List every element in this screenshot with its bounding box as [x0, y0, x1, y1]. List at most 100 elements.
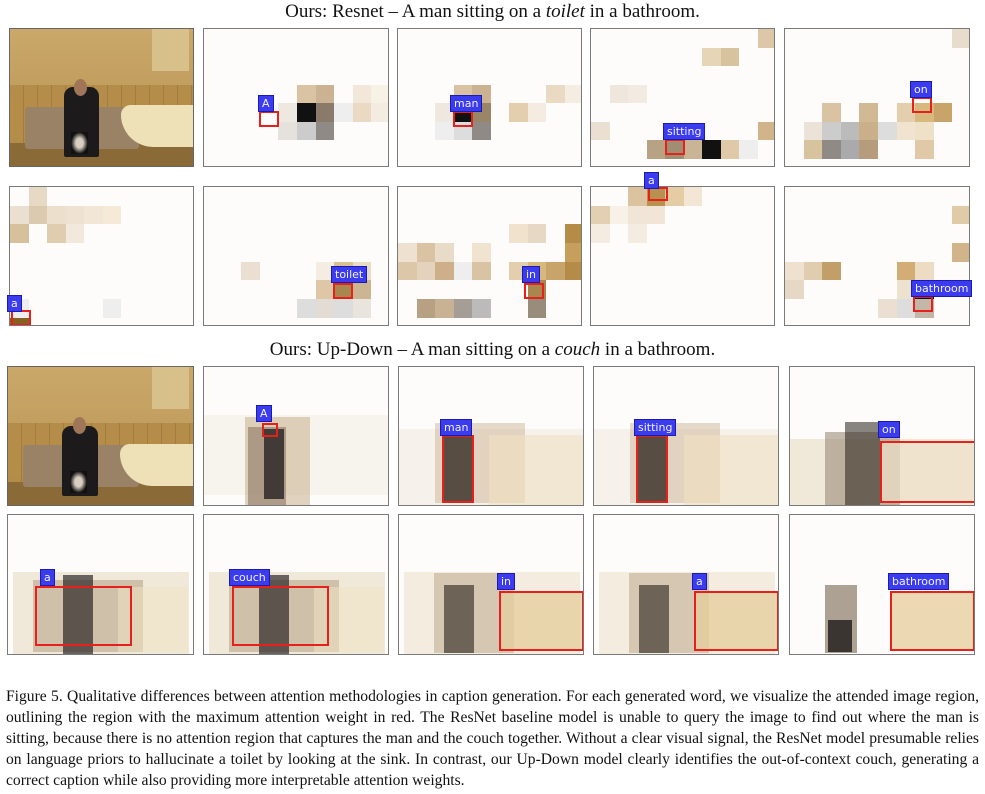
bag [69, 470, 87, 493]
attention-map [10, 187, 193, 325]
updown-row-title: Ours: Up-Down – A man sitting on a couch… [0, 339, 985, 361]
title-suffix: in a bathroom. [600, 339, 716, 360]
attention-region [639, 585, 669, 653]
attention-patch [952, 29, 969, 48]
attention-map [8, 515, 193, 654]
attention-panel: a [590, 172, 775, 326]
attention-patch [47, 224, 66, 243]
attention-map [204, 367, 388, 505]
word-label: sitting [663, 123, 706, 140]
attention-map [398, 187, 581, 325]
attention-patch [315, 280, 335, 299]
attention-patch [435, 243, 454, 262]
word-label: A [256, 405, 272, 422]
attention-patch [859, 103, 878, 122]
attention-region [684, 435, 778, 505]
attention-patch [278, 121, 297, 141]
attention-region [489, 435, 583, 505]
attention-patch [896, 121, 916, 141]
attention-patch [10, 224, 29, 243]
attention-patch [28, 187, 47, 206]
attention-patch [878, 121, 897, 141]
title-prefix: Ours: Resnet – A man sitting on a [285, 1, 546, 22]
attention-panel: on [789, 366, 975, 506]
attention-patch [720, 47, 739, 67]
mirror [152, 29, 190, 71]
attention-patch [241, 261, 260, 281]
attention-patch [803, 140, 823, 159]
word-label: A [258, 95, 274, 112]
max-attention-box [912, 97, 932, 113]
attention-panel: man [398, 366, 584, 506]
attention-patch [453, 261, 472, 281]
attention-patch [527, 224, 546, 243]
attention-patch [371, 84, 388, 104]
input-image [9, 28, 194, 167]
attention-map [399, 367, 583, 505]
attention-patch [628, 224, 647, 243]
word-label: couch [229, 569, 270, 586]
attention-region [444, 585, 474, 653]
attention-patch [65, 224, 84, 243]
attention-patch [315, 121, 335, 141]
attention-patch [527, 299, 546, 318]
attention-panel: in [397, 186, 582, 326]
attention-map [399, 515, 583, 654]
attention-patch [472, 299, 491, 318]
resnet-row-title: Ours: Resnet – A man sitting on a toilet… [0, 1, 985, 23]
attention-patch [952, 243, 969, 262]
word-label: in [497, 573, 516, 590]
attention-patch [702, 47, 721, 67]
attention-patch [859, 140, 878, 159]
word-label: in [522, 266, 541, 283]
man-head [72, 417, 86, 435]
max-attention-box [262, 423, 278, 437]
attention-patch [65, 205, 84, 225]
attention-patch [739, 140, 758, 159]
attention-region [828, 620, 852, 652]
attention-patch [757, 121, 774, 141]
attention-patch [416, 261, 435, 281]
attention-patch [352, 103, 372, 122]
max-attention-box [499, 591, 583, 651]
attention-patch [840, 140, 860, 159]
word-label: man [450, 95, 483, 112]
attention-map [204, 187, 388, 325]
attention-patch [509, 224, 528, 243]
max-attention-box [259, 111, 279, 127]
attention-patch [915, 261, 934, 281]
man-head [73, 79, 87, 96]
mirror [151, 367, 190, 409]
attention-patch [546, 84, 565, 104]
title-emphasis: couch [554, 339, 601, 360]
attention-map [398, 29, 581, 166]
word-label: toilet [331, 266, 368, 283]
word-label: man [440, 419, 473, 436]
max-attention-box [665, 139, 685, 155]
attention-patch [859, 121, 878, 141]
input-image [7, 366, 194, 506]
word-label: bathroom [888, 573, 950, 590]
attention-patch [435, 121, 454, 141]
attention-patch [28, 205, 47, 225]
max-attention-box [913, 296, 933, 312]
attention-patch [628, 84, 647, 104]
attention-patch [315, 84, 335, 104]
word-label: a [7, 295, 22, 312]
attention-patch [278, 103, 297, 122]
attention-patch [334, 299, 353, 318]
word-label: a [692, 573, 707, 590]
attention-patch [297, 121, 316, 141]
attention-patch [609, 84, 628, 104]
attention-patch [297, 299, 316, 318]
bag [71, 131, 88, 155]
max-attention-box [232, 586, 329, 646]
attention-patch [840, 121, 860, 141]
attention-patch [896, 261, 916, 281]
word-label: a [644, 172, 659, 189]
max-attention-box [648, 187, 668, 201]
attention-panel: A [203, 366, 389, 506]
attention-patch [952, 205, 969, 225]
attention-patch [591, 205, 610, 225]
attention-panel: couch [203, 514, 389, 655]
